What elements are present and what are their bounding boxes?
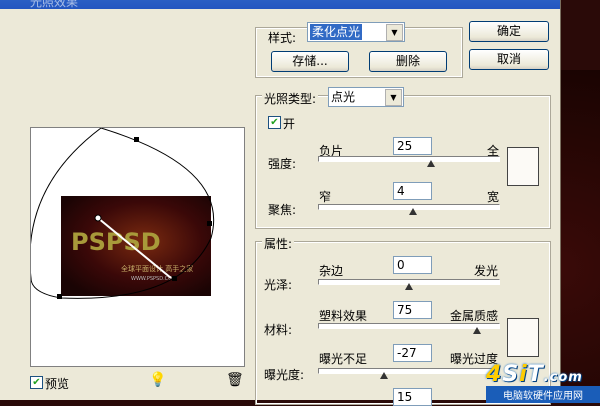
light-type-label: 光照类型: [262,90,319,107]
material-slider[interactable] [318,323,500,334]
chevron-down-icon: ▼ [385,89,402,106]
chevron-down-icon: ▼ [386,24,403,41]
material-slider-thumb[interactable] [473,327,482,334]
ellipse-handle-right[interactable] [207,221,212,226]
cancel-button[interactable]: 取消 [469,49,549,70]
lighting-effects-dialog: 光照效果 PSPSD 全球平面设计 高手之家 WWW.PSPSD.COM ✔ 预… [0,0,561,406]
intensity-slider-thumb[interactable] [426,160,435,167]
watermark-subtitle: 电脑软硬件应用网 [486,386,600,403]
preview-label: 预览 [45,377,70,391]
gloss-slider-thumb[interactable] [405,283,413,290]
intensity-slider[interactable] [318,156,500,167]
material-max-label: 金属质感 [450,309,499,323]
ok-button[interactable]: 确定 [469,21,549,42]
style-value: 柔化点光 [310,24,363,40]
title-bar: 光照效果 [0,0,560,9]
exposure-value-field[interactable]: -27 [393,344,432,362]
focus-slider-thumb[interactable] [408,208,417,215]
properties-title: 属性: [262,235,295,252]
focus-label: 聚焦: [268,203,297,217]
gloss-value-field[interactable]: 0 [393,256,432,274]
watermark-logo-t: T [527,362,544,387]
watermark-logo-i: i [519,362,528,387]
watermark-logo: 4SiT.com [486,362,583,387]
trash-icon[interactable]: 🗑 [226,372,244,388]
style-select[interactable]: 柔化点光 ▼ [307,22,405,42]
gloss-label: 光泽: [264,278,293,292]
light-type-value: 点光 [331,90,356,104]
watermark-logo-4: 4 [486,362,503,387]
focus-max-label: 宽 [487,190,500,204]
exposure-slider[interactable] [318,368,500,379]
focus-value-field[interactable]: 4 [393,182,432,200]
preview-svg: PSPSD 全球平面设计 高手之家 WWW.PSPSD.COM [31,128,215,299]
light-color-swatch[interactable] [507,147,539,186]
gloss-slider[interactable] [318,279,500,290]
ellipse-handle-top[interactable] [134,137,139,142]
exposure-label: 曝光度: [264,368,305,382]
material-value-field[interactable]: 75 [393,301,432,319]
lightbulb-icon[interactable]: 💡 [149,372,166,388]
light-type-select[interactable]: 点光 ▼ [328,87,404,107]
ambience-value-field[interactable]: 15 [393,388,432,406]
save-button[interactable]: 存储... [271,51,349,72]
material-color-swatch[interactable] [507,318,539,357]
intensity-value-field[interactable]: 25 [393,137,432,155]
window-title: 光照效果 [30,0,79,9]
material-min-label: 塑料效果 [319,309,368,323]
watermark-logo-s: S [502,362,520,387]
light-on-label: 开 [283,117,296,131]
intensity-label: 强度: [268,157,297,171]
light-on-checkbox[interactable]: ✔ [268,116,281,129]
site-watermark: 4SiT.com 电脑软硬件应用网 [486,362,600,403]
focus-min-label: 窄 [319,190,332,204]
gloss-min-label: 杂边 [319,264,344,278]
intensity-handle[interactable] [172,276,177,281]
material-label: 材料: [264,323,293,337]
light-center-handle[interactable] [94,214,102,222]
gloss-max-label: 发光 [474,264,499,278]
watermark-logo-com: .com [543,370,583,385]
preview-canvas[interactable]: PSPSD 全球平面设计 高手之家 WWW.PSPSD.COM [30,127,245,367]
ellipse-handle-bottom[interactable] [57,294,62,299]
preview-checkbox[interactable]: ✔ [30,376,43,389]
background-image [560,70,600,400]
focus-slider[interactable] [318,204,500,215]
exposure-slider-thumb[interactable] [379,372,388,379]
delete-button[interactable]: 删除 [369,51,447,72]
style-label: 样式: [268,31,297,45]
exposure-min-label: 曝光不足 [319,352,368,366]
